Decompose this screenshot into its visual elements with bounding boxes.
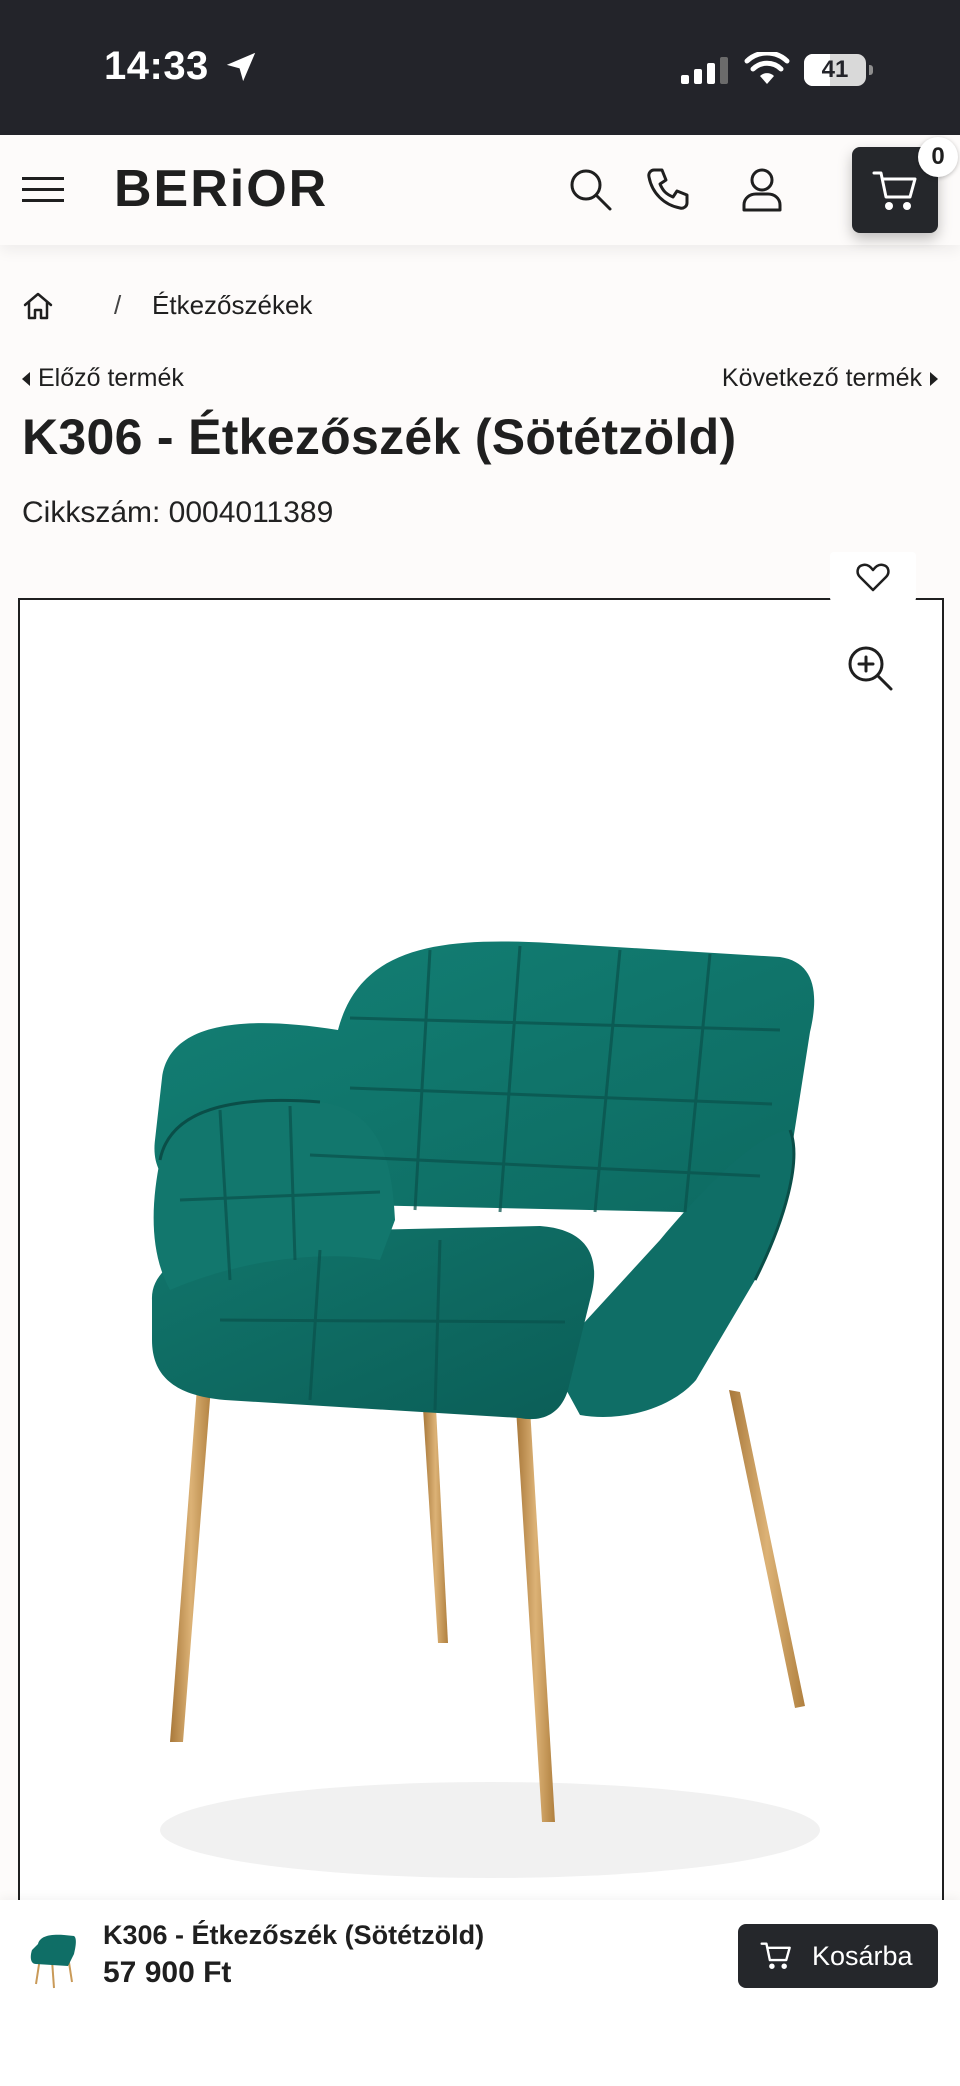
cart-icon bbox=[872, 171, 917, 210]
breadcrumb-category-link[interactable]: Étkezőszékek bbox=[152, 290, 312, 321]
home-icon[interactable] bbox=[22, 290, 54, 322]
bottom-area bbox=[0, 2010, 960, 2086]
location-arrow-icon bbox=[226, 52, 256, 82]
sticky-cart-bar: K306 - Étkezőszék (Sötétzöld) 57 900 Ft … bbox=[0, 1900, 960, 2010]
search-icon[interactable] bbox=[566, 165, 614, 213]
caret-left-icon bbox=[22, 372, 30, 387]
cart-button[interactable]: 0 bbox=[852, 137, 958, 233]
product-sku: Cikkszám: 0004011389 bbox=[22, 496, 334, 529]
status-time: 14:33 bbox=[104, 44, 209, 88]
status-bar: 14:33 41 bbox=[0, 0, 960, 135]
next-product-label: Következő termék bbox=[721, 364, 922, 392]
add-to-cart-button[interactable]: Kosárba bbox=[738, 1924, 938, 1988]
breadcrumb-separator: / bbox=[114, 290, 122, 320]
product-image-chair bbox=[151, 941, 820, 1878]
wishlist-button[interactable] bbox=[830, 552, 916, 602]
sticky-product-name: K306 - Étkezőszék (Sötétzöld) bbox=[103, 1920, 485, 1950]
previous-product-label: Előző termék bbox=[38, 364, 184, 392]
product-thumbnail bbox=[30, 1934, 76, 1989]
battery-level: 41 bbox=[821, 56, 849, 83]
battery-icon: 41 bbox=[804, 54, 873, 86]
site-logo[interactable]: BERiOR bbox=[114, 159, 328, 219]
heart-icon bbox=[856, 563, 890, 592]
phone-icon[interactable] bbox=[644, 165, 692, 213]
breadcrumb: / Étkezőszékek bbox=[22, 290, 922, 326]
cart-count-badge: 0 bbox=[918, 137, 958, 177]
next-product-link[interactable]: Következő termék bbox=[722, 364, 938, 393]
product-image-area[interactable] bbox=[18, 598, 944, 2080]
wifi-icon bbox=[744, 52, 790, 84]
previous-product-link[interactable]: Előző termék bbox=[22, 364, 184, 393]
menu-icon[interactable] bbox=[22, 173, 64, 205]
cart-icon bbox=[760, 1942, 791, 1969]
product-title: K306 - Étkezőszék (Sötétzöld) bbox=[22, 409, 737, 465]
sticky-product-price: 57 900 Ft bbox=[103, 1956, 232, 1989]
caret-right-icon bbox=[930, 372, 938, 387]
user-icon[interactable] bbox=[738, 165, 786, 213]
zoom-in-icon[interactable] bbox=[846, 644, 894, 692]
cellular-signal-icon bbox=[681, 57, 728, 84]
site-header: BERiOR 0 bbox=[0, 135, 960, 245]
add-to-cart-label: Kosárba bbox=[812, 1941, 913, 1971]
